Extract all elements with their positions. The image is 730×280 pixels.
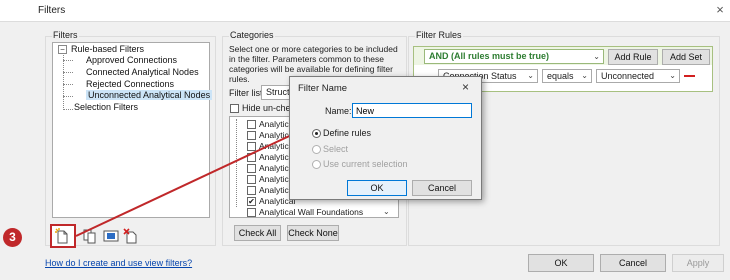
rule-value-select[interactable]: Unconnected ⌄ <box>596 69 680 83</box>
cancel-button[interactable]: Cancel <box>600 254 666 272</box>
new-filter-icon <box>55 228 68 244</box>
category-checkbox[interactable] <box>247 131 256 140</box>
remove-rule-icon[interactable] <box>684 75 695 77</box>
filters-group-title: Filters <box>52 30 79 40</box>
delete-filter-icon <box>123 228 137 244</box>
category-checkbox[interactable] <box>247 153 256 162</box>
add-rule-button[interactable]: Add Rule <box>608 49 658 65</box>
category-checkbox[interactable] <box>247 175 256 184</box>
check-none-button[interactable]: Check None <box>287 225 339 241</box>
close-icon[interactable]: × <box>712 2 728 18</box>
apply-button[interactable]: Apply <box>672 254 724 272</box>
ok-button[interactable]: OK <box>528 254 594 272</box>
window-title: Filters <box>38 5 66 16</box>
category-checkbox[interactable] <box>247 164 256 173</box>
rule-logic-value: AND (All rules must be true) <box>429 51 550 61</box>
dialog-title: Filter Name <box>298 83 348 94</box>
categories-group-title: Categories <box>229 30 275 40</box>
filter-list-label: Filter list: <box>229 88 265 98</box>
rule-value: Unconnected <box>601 71 655 81</box>
tree-node-selection-filters[interactable]: Selection Filters <box>74 102 138 112</box>
tree-node-child[interactable]: Connected Analytical Nodes <box>86 67 199 77</box>
define-rules-radio[interactable] <box>312 129 321 138</box>
hide-unchecked-checkbox[interactable] <box>230 104 239 113</box>
dialog-close-icon[interactable]: × <box>462 80 469 94</box>
define-rules-label: Define rules <box>323 128 372 138</box>
step-number-badge: 3 <box>3 228 22 247</box>
category-item: Analytical Wall Foundations <box>259 207 364 217</box>
filter-rules-title: Filter Rules <box>415 30 463 40</box>
add-set-button[interactable]: Add Set <box>662 49 710 65</box>
duplicate-filter-icon <box>83 229 96 244</box>
help-link[interactable]: How do I create and use view filters? <box>45 258 192 268</box>
tree-node-rule-based[interactable]: Rule-based Filters <box>71 44 144 54</box>
category-checkbox[interactable] <box>247 142 256 151</box>
chevron-down-icon: ⌄ <box>669 71 676 80</box>
rule-operator-select[interactable]: equals ⌄ <box>542 69 592 83</box>
scroll-down-icon[interactable]: ⌄ <box>383 207 390 216</box>
collapse-toggle-icon[interactable]: − <box>58 45 67 54</box>
rule-logic-select[interactable]: AND (All rules must be true) ⌄ <box>424 49 604 64</box>
duplicate-filter-button[interactable] <box>80 226 100 246</box>
category-checkbox-checked[interactable]: ✔ <box>247 197 256 206</box>
tree-node-child[interactable]: Rejected Connections <box>86 79 174 89</box>
chevron-down-icon: ⌄ <box>593 52 600 61</box>
rename-filter-icon <box>103 230 119 242</box>
category-checkbox[interactable] <box>247 208 256 217</box>
rule-operator-value: equals <box>547 71 574 81</box>
name-label: Name: <box>325 106 352 116</box>
chevron-down-icon: ⌄ <box>581 71 588 80</box>
rename-filter-button[interactable] <box>101 226 121 246</box>
use-current-selection-radio[interactable] <box>312 160 321 169</box>
name-input[interactable] <box>352 103 472 118</box>
category-checkbox[interactable] <box>247 120 256 129</box>
chevron-down-icon: ⌄ <box>527 71 534 80</box>
select-label: Select <box>323 144 349 154</box>
tree-node-child[interactable]: Approved Connections <box>86 55 177 65</box>
tree-node-selected[interactable]: Unconnected Analytical Nodes <box>86 90 213 100</box>
new-filter-button[interactable] <box>50 224 76 248</box>
category-checkbox[interactable] <box>247 186 256 195</box>
title-bar <box>0 0 730 22</box>
check-all-button[interactable]: Check All <box>234 225 281 241</box>
delete-filter-button[interactable] <box>121 226 141 246</box>
select-radio[interactable] <box>312 145 321 154</box>
dialog-ok-button[interactable]: OK <box>347 180 407 196</box>
dialog-cancel-button[interactable]: Cancel <box>412 180 472 196</box>
use-current-selection-label: Use current selection <box>323 159 408 169</box>
